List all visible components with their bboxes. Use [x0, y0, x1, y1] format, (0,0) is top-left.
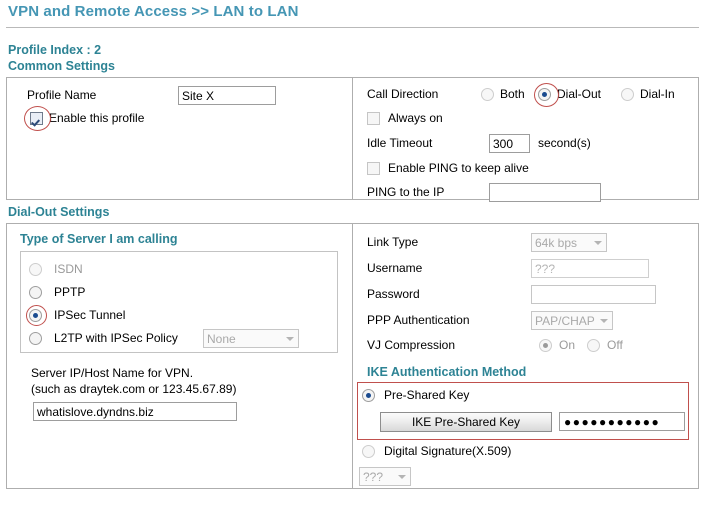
- call-direction-dial-in-label: Dial-In: [640, 87, 675, 101]
- dial-out-right-column: Link Type 64k bps Username Password PPP …: [353, 224, 698, 488]
- radio-l2tp[interactable]: [29, 331, 42, 345]
- pre-shared-key-row[interactable]: Pre-Shared Key: [362, 388, 469, 402]
- enable-ping-checkbox[interactable]: [367, 161, 380, 175]
- ike-pre-shared-key-button[interactable]: IKE Pre-Shared Key: [380, 412, 552, 432]
- vj-compression-label: VJ Compression: [367, 338, 456, 352]
- idle-timeout-row: Idle Timeout: [367, 136, 432, 150]
- server-ip-label-line2: (such as draytek.com or 123.45.67.89): [31, 382, 237, 396]
- always-on-row[interactable]: Always on: [367, 111, 443, 125]
- radio-vj-off[interactable]: [587, 338, 600, 352]
- vj-off-label: Off: [607, 338, 623, 352]
- enable-profile-row[interactable]: Enable this profile: [30, 111, 144, 125]
- digital-signature-cert-select[interactable]: ???: [359, 467, 411, 486]
- radio-digital-signature[interactable]: [362, 444, 375, 458]
- radio-pre-shared-key[interactable]: [362, 388, 375, 402]
- server-type-isdn-label: ISDN: [54, 262, 83, 276]
- call-direction-dial-out-label: Dial-Out: [557, 87, 602, 101]
- l2tp-policy-select[interactable]: None: [203, 329, 299, 348]
- ppp-authentication-label: PPP Authentication: [367, 313, 470, 327]
- server-type-l2tp-label: L2TP with IPSec Policy: [54, 331, 178, 345]
- server-type-isdn[interactable]: ISDN: [29, 262, 83, 276]
- dial-out-settings-panel: Type of Server I am calling ISDN PPTP IP…: [6, 223, 699, 489]
- chevron-down-icon: [398, 474, 406, 479]
- server-ip-input[interactable]: [33, 402, 237, 421]
- call-direction-option-both[interactable]: Both: [481, 87, 525, 101]
- vj-compression-option-on[interactable]: On: [539, 338, 575, 352]
- idle-timeout-label: Idle Timeout: [367, 136, 433, 150]
- chevron-down-icon: [286, 336, 294, 341]
- ping-ip-row: PING to the IP: [367, 185, 444, 199]
- type-of-server-box: ISDN PPTP IPSec Tunnel L2TP with IPSec P…: [20, 251, 338, 353]
- digital-signature-label: Digital Signature(X.509): [384, 444, 512, 458]
- ping-ip-label: PING to the IP: [367, 185, 445, 199]
- call-direction-option-dial-out[interactable]: Dial-Out: [538, 87, 601, 101]
- server-ip-label-block: Server IP/Host Name for VPN. (such as dr…: [31, 365, 236, 397]
- server-type-pptp[interactable]: PPTP: [29, 285, 85, 299]
- type-of-server-heading: Type of Server I am calling: [20, 232, 178, 246]
- dial-out-left-column: Type of Server I am calling ISDN PPTP IP…: [7, 224, 353, 488]
- vj-on-label: On: [559, 338, 576, 352]
- ike-authentication-heading: IKE Authentication Method: [367, 365, 527, 379]
- username-label: Username: [367, 261, 423, 275]
- profile-name-row: Profile Name: [27, 88, 96, 102]
- link-type-value: 64k bps: [535, 235, 578, 250]
- enable-ping-label: Enable PING to keep alive: [388, 161, 529, 175]
- profile-index-label: Profile Index : 2: [8, 43, 102, 57]
- pre-shared-key-label: Pre-Shared Key: [384, 388, 470, 402]
- password-input[interactable]: [531, 285, 656, 304]
- digital-signature-row[interactable]: Digital Signature(X.509): [362, 444, 511, 458]
- radio-vj-on[interactable]: [539, 338, 552, 352]
- profile-name-input[interactable]: [178, 86, 276, 105]
- ppp-authentication-value: PAP/CHAP: [535, 313, 595, 328]
- call-direction-option-dial-in[interactable]: Dial-In: [621, 87, 675, 101]
- idle-timeout-input[interactable]: [489, 134, 530, 153]
- common-settings-left-column: Profile Name Enable this profile: [7, 78, 353, 199]
- server-type-pptp-label: PPTP: [54, 285, 86, 299]
- radio-both[interactable]: [481, 87, 494, 101]
- radio-dial-in[interactable]: [621, 87, 634, 101]
- call-direction-row: Call Direction: [367, 87, 438, 101]
- radio-dial-out[interactable]: [538, 87, 551, 101]
- enable-profile-label: Enable this profile: [49, 111, 145, 125]
- digital-signature-cert-value: ???: [363, 469, 384, 484]
- common-settings-right-column: Call Direction Both Dial-Out Dial-In Alw…: [353, 78, 698, 202]
- chevron-down-icon: [600, 318, 608, 323]
- call-direction-label: Call Direction: [367, 87, 439, 101]
- common-settings-heading: Common Settings: [8, 59, 115, 73]
- link-type-select[interactable]: 64k bps: [531, 233, 607, 252]
- username-input[interactable]: [531, 259, 649, 278]
- always-on-label: Always on: [388, 111, 443, 125]
- chevron-down-icon: [594, 240, 602, 245]
- always-on-checkbox[interactable]: [367, 111, 380, 125]
- page-title: VPN and Remote Access >> LAN to LAN: [0, 0, 705, 28]
- enable-profile-checkbox[interactable]: [30, 111, 43, 125]
- server-type-ipsec-tunnel-label: IPSec Tunnel: [54, 308, 126, 322]
- common-settings-panel: Profile Name Enable this profile Call Di…: [6, 77, 699, 202]
- ping-ip-input[interactable]: [489, 183, 601, 202]
- dial-out-settings-heading: Dial-Out Settings: [8, 205, 110, 219]
- l2tp-policy-value: None: [207, 331, 236, 346]
- radio-isdn[interactable]: [29, 262, 42, 276]
- vj-compression-option-off[interactable]: Off: [587, 338, 623, 352]
- server-ip-label-line1: Server IP/Host Name for VPN.: [31, 366, 194, 380]
- page-title-text: VPN and Remote Access >> LAN to LAN: [8, 3, 299, 20]
- call-direction-both-label: Both: [500, 87, 525, 101]
- radio-ipsec-tunnel[interactable]: [29, 308, 42, 322]
- radio-pptp[interactable]: [29, 285, 42, 299]
- ike-pre-shared-key-value[interactable]: ●●●●●●●●●●●: [559, 412, 685, 431]
- server-type-l2tp[interactable]: L2TP with IPSec Policy: [29, 331, 178, 345]
- ppp-authentication-select[interactable]: PAP/CHAP: [531, 311, 613, 330]
- server-type-ipsec-tunnel[interactable]: IPSec Tunnel: [29, 308, 125, 322]
- link-type-label: Link Type: [367, 235, 419, 249]
- password-label: Password: [367, 287, 420, 301]
- idle-timeout-unit-label: second(s): [538, 136, 591, 150]
- profile-name-label: Profile Name: [27, 88, 97, 102]
- enable-ping-row[interactable]: Enable PING to keep alive: [367, 161, 529, 175]
